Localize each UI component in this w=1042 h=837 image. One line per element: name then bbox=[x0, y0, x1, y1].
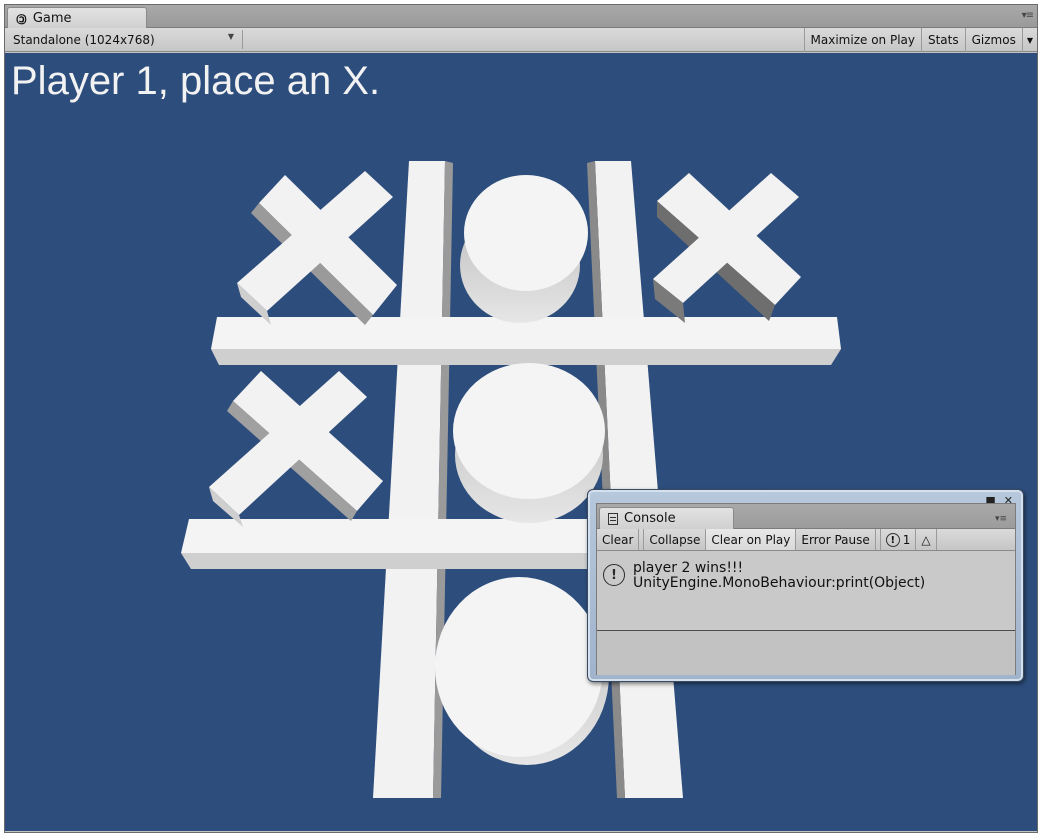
tictactoe-board bbox=[181, 161, 873, 798]
stats-toggle[interactable]: Stats bbox=[920, 28, 965, 52]
info-icon: ! bbox=[603, 564, 625, 586]
log-entry[interactable]: ! player 2 wins!!! UnityEngine.MonoBehav… bbox=[603, 561, 925, 591]
x-piece-r1c1 bbox=[237, 171, 397, 325]
board-vertical-bar-left bbox=[373, 161, 453, 798]
x-piece-r2c1 bbox=[209, 371, 383, 527]
console-tab-menu-icon[interactable]: ▾≡ bbox=[995, 514, 1007, 524]
tab-menu-icon[interactable]: ▾≡ bbox=[1022, 10, 1034, 21]
game-window: 🄯 Game ▾≡ Standalone (1024x768) ▼ Maximi… bbox=[4, 4, 1038, 833]
clear-button[interactable]: Clear bbox=[597, 529, 640, 550]
tab-console-label: Console bbox=[624, 511, 676, 526]
x-piece-r1c3 bbox=[653, 173, 801, 323]
tab-game-label: Game bbox=[32, 10, 72, 26]
o-piece-r3c2 bbox=[435, 577, 609, 765]
game-toolbar: Standalone (1024x768) ▼ Maximize on Play… bbox=[5, 28, 1037, 52]
pacman-icon: 🄯 bbox=[16, 12, 27, 28]
console-doc-icon bbox=[608, 512, 618, 525]
clear-on-play-toggle[interactable]: Clear on Play bbox=[706, 529, 797, 550]
o-piece-r1c2 bbox=[460, 175, 588, 323]
tab-game[interactable]: 🄯 Game bbox=[7, 7, 147, 28]
chevron-down-icon: ▼ bbox=[227, 32, 234, 41]
warning-icon: △ bbox=[921, 533, 931, 547]
gizmos-dropdown-icon[interactable]: ▼ bbox=[1021, 28, 1037, 52]
aspect-ratio-value: Standalone (1024x768) bbox=[13, 32, 155, 47]
console-tab-strip: Console ▾≡ bbox=[597, 504, 1015, 529]
console-detail-pane bbox=[597, 632, 1015, 675]
collapse-toggle[interactable]: Collapse bbox=[644, 529, 707, 550]
warning-filter-toggle[interactable]: △ bbox=[916, 529, 937, 550]
info-count: 1 bbox=[902, 533, 911, 547]
info-filter-icon: ! bbox=[885, 533, 900, 547]
game-viewport[interactable]: Player 1, place an X. bbox=[5, 53, 1037, 831]
console-log-list: ! player 2 wins!!! UnityEngine.MonoBehav… bbox=[597, 551, 1015, 631]
info-filter-toggle[interactable]: ! 1 bbox=[881, 529, 917, 550]
console-window: ■ ✕ Console ▾≡ Clear Collapse Clear on P… bbox=[587, 489, 1024, 682]
error-pause-toggle[interactable]: Error Pause bbox=[796, 529, 876, 550]
log-message: player 2 wins!!! bbox=[633, 560, 744, 576]
o-piece-r2c2 bbox=[453, 363, 605, 523]
tab-console[interactable]: Console bbox=[599, 507, 734, 529]
board-horizontal-bar-top bbox=[211, 317, 841, 365]
console-panel: Console ▾≡ Clear Collapse Clear on Play … bbox=[596, 503, 1016, 675]
turn-status-text: Player 1, place an X. bbox=[11, 59, 381, 103]
tab-strip: 🄯 Game ▾≡ bbox=[5, 5, 1037, 28]
aspect-ratio-dropdown[interactable]: Standalone (1024x768) ▼ bbox=[9, 30, 243, 49]
log-stacktrace: UnityEngine.MonoBehaviour:print(Object) bbox=[633, 575, 926, 591]
maximize-on-play-toggle[interactable]: Maximize on Play bbox=[803, 28, 921, 52]
gizmos-toggle[interactable]: Gizmos bbox=[964, 28, 1022, 52]
console-toolbar: Clear Collapse Clear on Play Error Pause… bbox=[597, 529, 1015, 551]
